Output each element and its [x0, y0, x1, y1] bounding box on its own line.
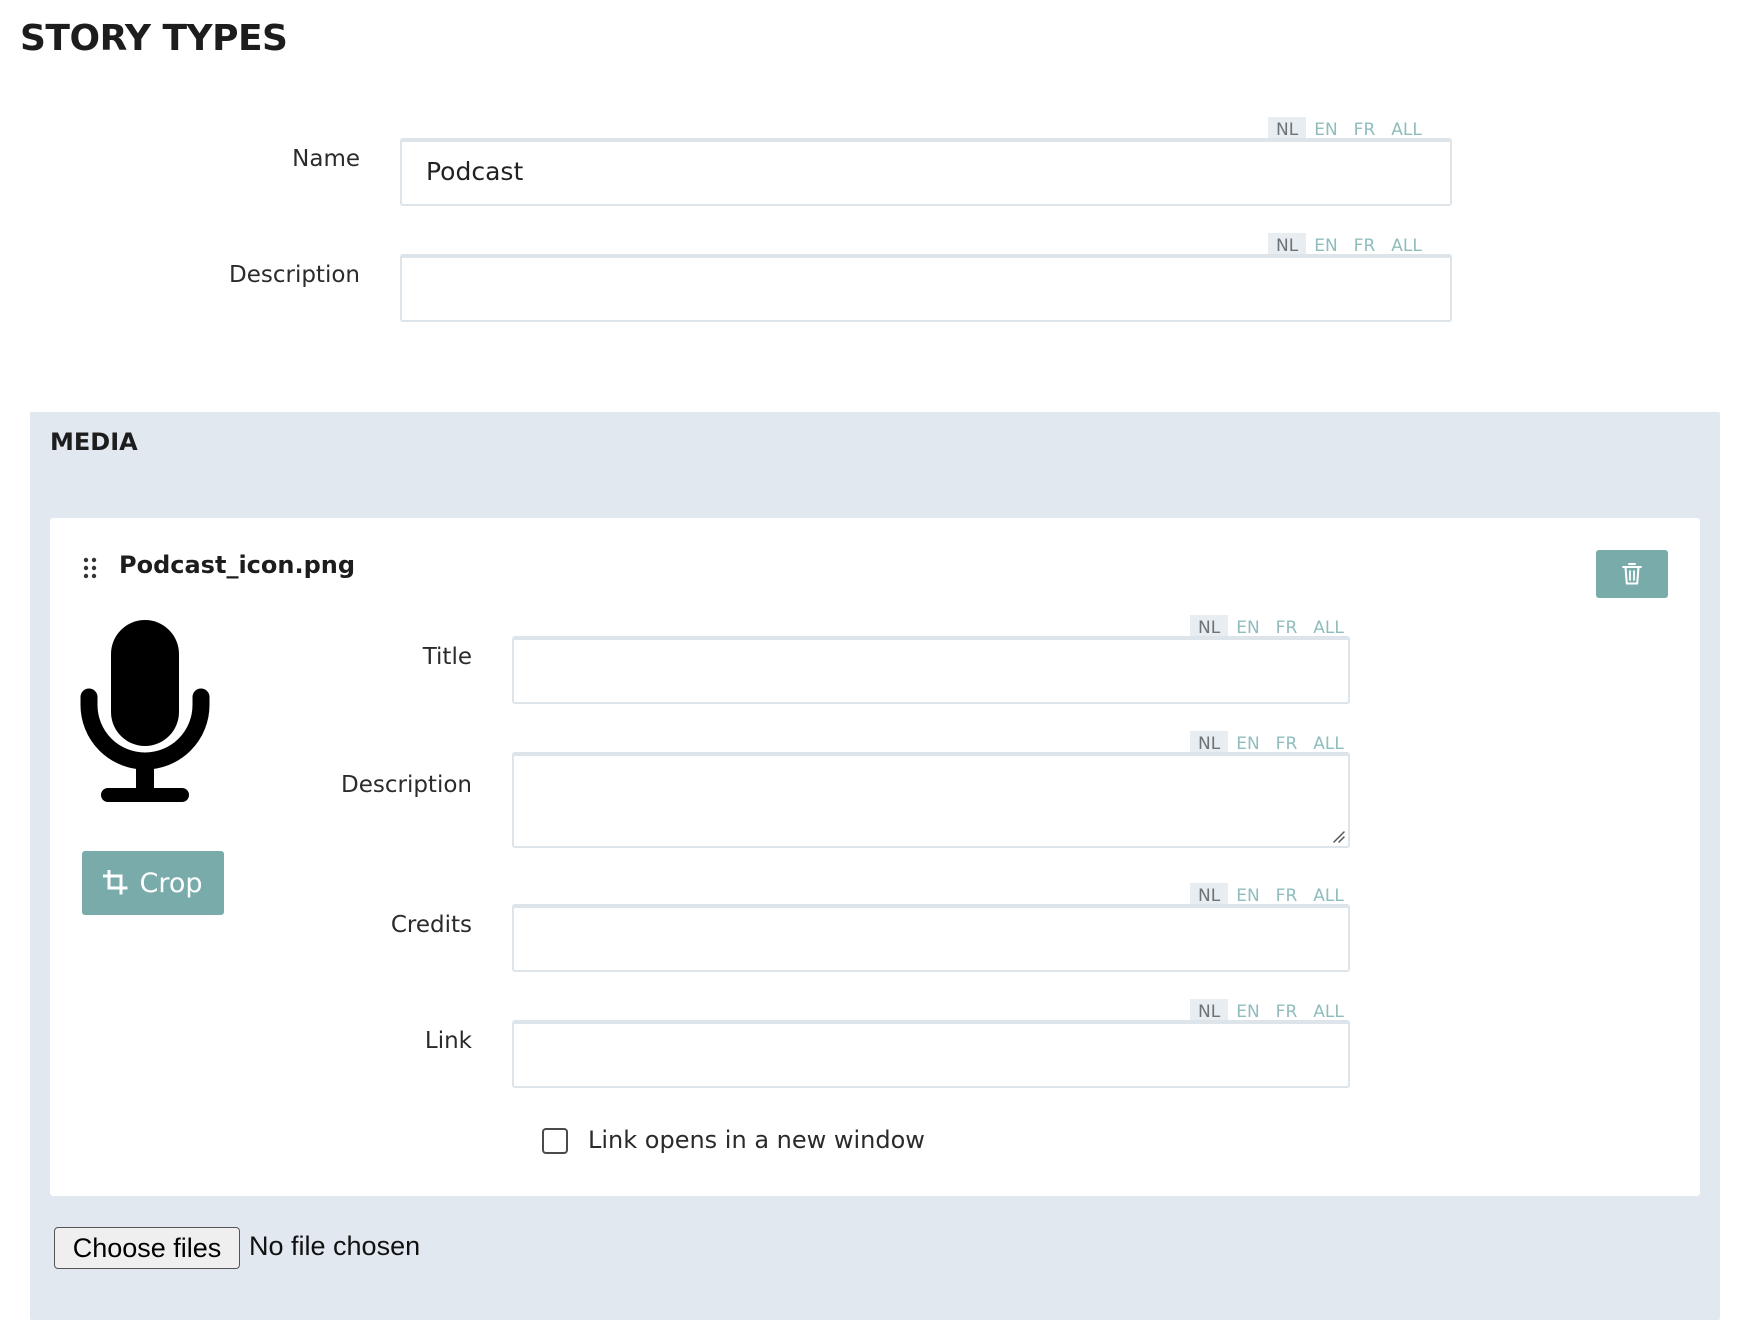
microphone-icon: [80, 620, 210, 802]
media-title-input[interactable]: [512, 636, 1350, 704]
media-credits-label: Credits: [390, 912, 472, 938]
resize-handle-icon[interactable]: [1330, 828, 1346, 844]
media-section-title: MEDIA: [50, 428, 138, 456]
new-window-checkbox-label[interactable]: Link opens in a new window: [588, 1126, 925, 1154]
description-label: Description: [229, 262, 360, 288]
media-credits-input[interactable]: [512, 904, 1350, 972]
name-input-value: Podcast: [426, 157, 524, 186]
drag-handle-icon[interactable]: [82, 556, 98, 580]
crop-button-label: Crop: [139, 867, 203, 899]
media-description-textarea[interactable]: [512, 752, 1350, 848]
name-input[interactable]: Podcast: [400, 138, 1452, 206]
delete-media-button[interactable]: [1596, 550, 1668, 598]
page-title: STORY TYPES: [20, 18, 288, 59]
media-file-name: Podcast_icon.png: [119, 551, 356, 579]
new-window-checkbox[interactable]: [542, 1128, 568, 1154]
name-label: Name: [292, 146, 360, 172]
media-link-input[interactable]: [512, 1020, 1350, 1088]
media-link-label: Link: [424, 1028, 472, 1054]
crop-button[interactable]: Crop: [82, 851, 224, 915]
file-status-text: No file chosen: [249, 1231, 421, 1261]
description-input[interactable]: [400, 254, 1452, 322]
media-item-card: [50, 518, 1700, 1196]
media-title-label: Title: [422, 644, 472, 670]
trash-icon: [1622, 563, 1642, 585]
choose-files-button[interactable]: Choose files: [54, 1227, 240, 1269]
crop-icon: [103, 870, 128, 895]
media-description-label: Description: [341, 772, 472, 798]
